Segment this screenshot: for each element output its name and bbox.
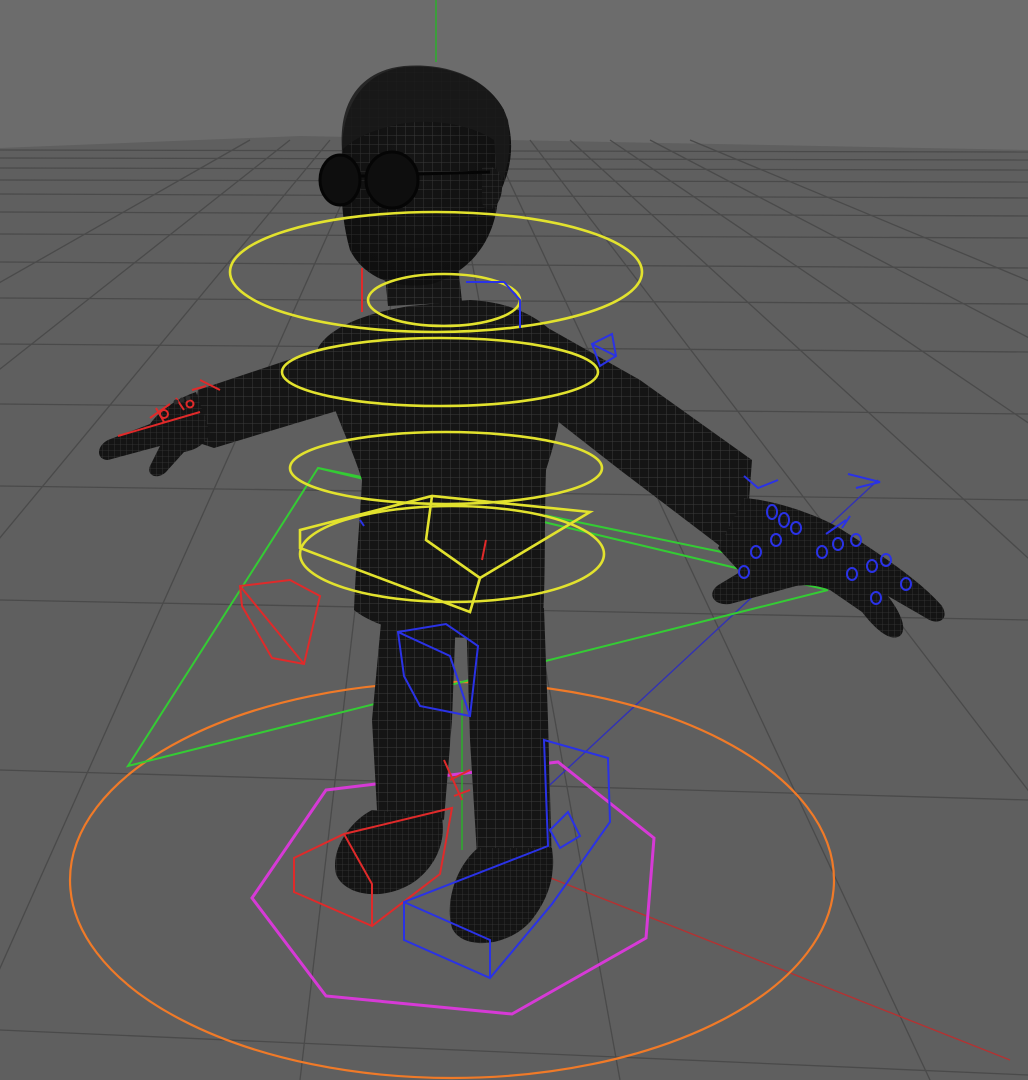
- 3d-viewport[interactable]: [0, 0, 1028, 1080]
- right-leg: [466, 608, 552, 872]
- right-lens: [364, 150, 420, 210]
- left-leg: [372, 612, 456, 828]
- viewport-canvas[interactable]: [0, 0, 1028, 1080]
- left-lens: [318, 153, 362, 207]
